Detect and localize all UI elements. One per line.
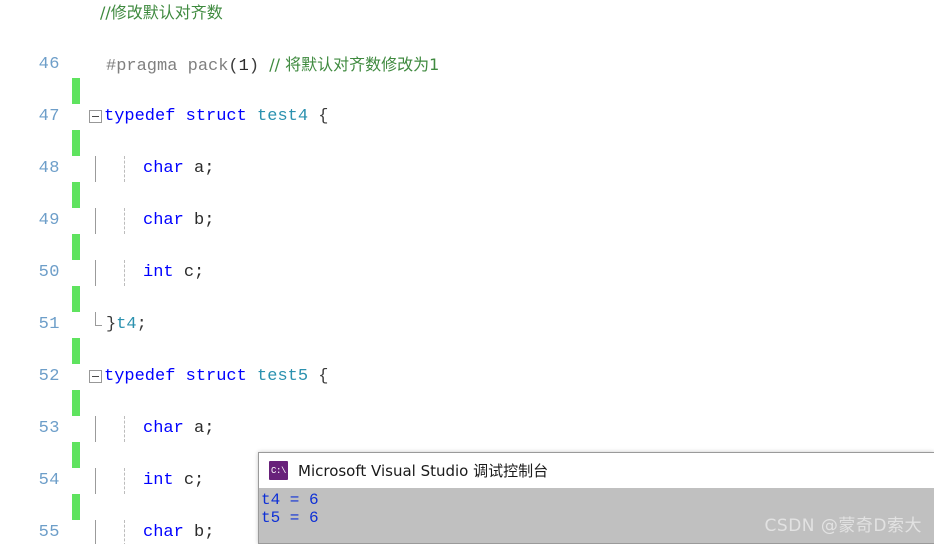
fold-collapse-icon[interactable] — [89, 110, 102, 123]
code-line-52[interactable]: 52 }t4; — [0, 312, 934, 416]
fold-guide-line — [95, 208, 96, 234]
code-text[interactable]: int c; — [143, 260, 204, 286]
code-text[interactable]: #pragma pack(1) // 将默认对齐数修改为1 — [106, 52, 439, 80]
keyword-typedef: typedef — [104, 367, 176, 386]
code-line-50[interactable]: 50 char b; — [0, 208, 934, 312]
code-line-53[interactable]: 53 typedef struct test5 { — [0, 364, 934, 468]
code-text[interactable]: int c; — [143, 468, 204, 494]
fold-guide-line-end — [95, 312, 102, 326]
identifier-token: a; — [194, 159, 215, 178]
indent-guide — [124, 416, 125, 442]
code-text[interactable]: char a; — [143, 156, 214, 182]
brace-token: } — [106, 315, 117, 334]
console-app-icon: C:\ — [269, 461, 288, 480]
brace-token: { — [318, 107, 329, 126]
code-text[interactable]: typedef struct test5 { — [104, 364, 328, 390]
identifier-token: c; — [183, 471, 205, 490]
fold-guide-line — [95, 260, 96, 286]
keyword-char: char — [143, 159, 184, 178]
comment-token: //修改默认对齐数 — [100, 3, 223, 22]
keyword-int: int — [143, 263, 174, 282]
comment-token: // 将默认对齐数修改为1 — [269, 55, 440, 74]
identifier-token: a; — [194, 419, 215, 438]
code-text[interactable]: char a; — [143, 416, 214, 442]
type-name: test5 — [257, 367, 309, 386]
code-text[interactable]: }t4; — [106, 312, 147, 338]
code-line-48[interactable]: 48 typedef struct test4 { — [0, 104, 934, 208]
code-text[interactable]: typedef struct test4 { — [104, 104, 328, 130]
fold-guide-line — [95, 520, 96, 544]
code-text[interactable]: //修改默认对齐数 — [100, 0, 223, 28]
code-line-49[interactable]: 49 char a; — [0, 156, 934, 260]
watermark: CSDN @蒙奇D索大 — [764, 516, 922, 536]
code-text[interactable]: char b; — [143, 208, 214, 234]
code-line-47[interactable]: 47 #pragma pack(1) // 将默认对齐数修改为1 — [0, 52, 934, 156]
indent-guide — [124, 520, 125, 544]
keyword-char: char — [143, 419, 184, 438]
keyword-int: int — [143, 471, 174, 490]
code-line-46[interactable]: 46 //修改默认对齐数 — [0, 0, 934, 104]
paren-open: ( — [228, 57, 239, 76]
indent-guide — [124, 468, 125, 494]
code-text[interactable]: char b; — [143, 520, 214, 544]
identifier-token: c; — [183, 263, 205, 282]
type-name: test4 — [257, 107, 309, 126]
type-name: t4 — [116, 315, 137, 334]
fold-guide-line — [95, 156, 96, 182]
keyword-char: char — [143, 211, 184, 230]
fold-collapse-icon[interactable] — [89, 370, 102, 383]
keyword-struct: struct — [185, 367, 247, 386]
identifier-token: b; — [194, 523, 215, 542]
paren-close: ) — [248, 57, 260, 76]
keyword-char: char — [143, 523, 184, 542]
indent-guide — [124, 156, 125, 182]
semicolon-token: ; — [136, 315, 147, 334]
console-title-bar[interactable]: C:\ Microsoft Visual Studio 调试控制台 — [259, 453, 934, 488]
keyword-typedef: typedef — [104, 107, 176, 126]
identifier-token: b; — [194, 211, 215, 230]
fold-guide-line — [95, 468, 96, 494]
console-output-line: t4 = 6 — [261, 491, 319, 509]
fold-guide-line — [95, 416, 96, 442]
indent-guide — [124, 208, 125, 234]
preprocessor-token: #pragma pack — [106, 57, 229, 76]
brace-token: { — [318, 367, 329, 386]
number-token: 1 — [238, 57, 249, 76]
code-line-54[interactable]: 54 char a; — [0, 416, 934, 520]
code-line-51[interactable]: 51 int c; — [0, 260, 934, 364]
indent-guide — [124, 260, 125, 286]
keyword-struct: struct — [185, 107, 247, 126]
vs-editor-screenshot: 46 //修改默认对齐数 47 #pragma pack(1) // 将默认对齐… — [0, 0, 934, 544]
console-icon-label: C:\ — [270, 465, 286, 476]
console-title-text: Microsoft Visual Studio 调试控制台 — [298, 462, 549, 480]
